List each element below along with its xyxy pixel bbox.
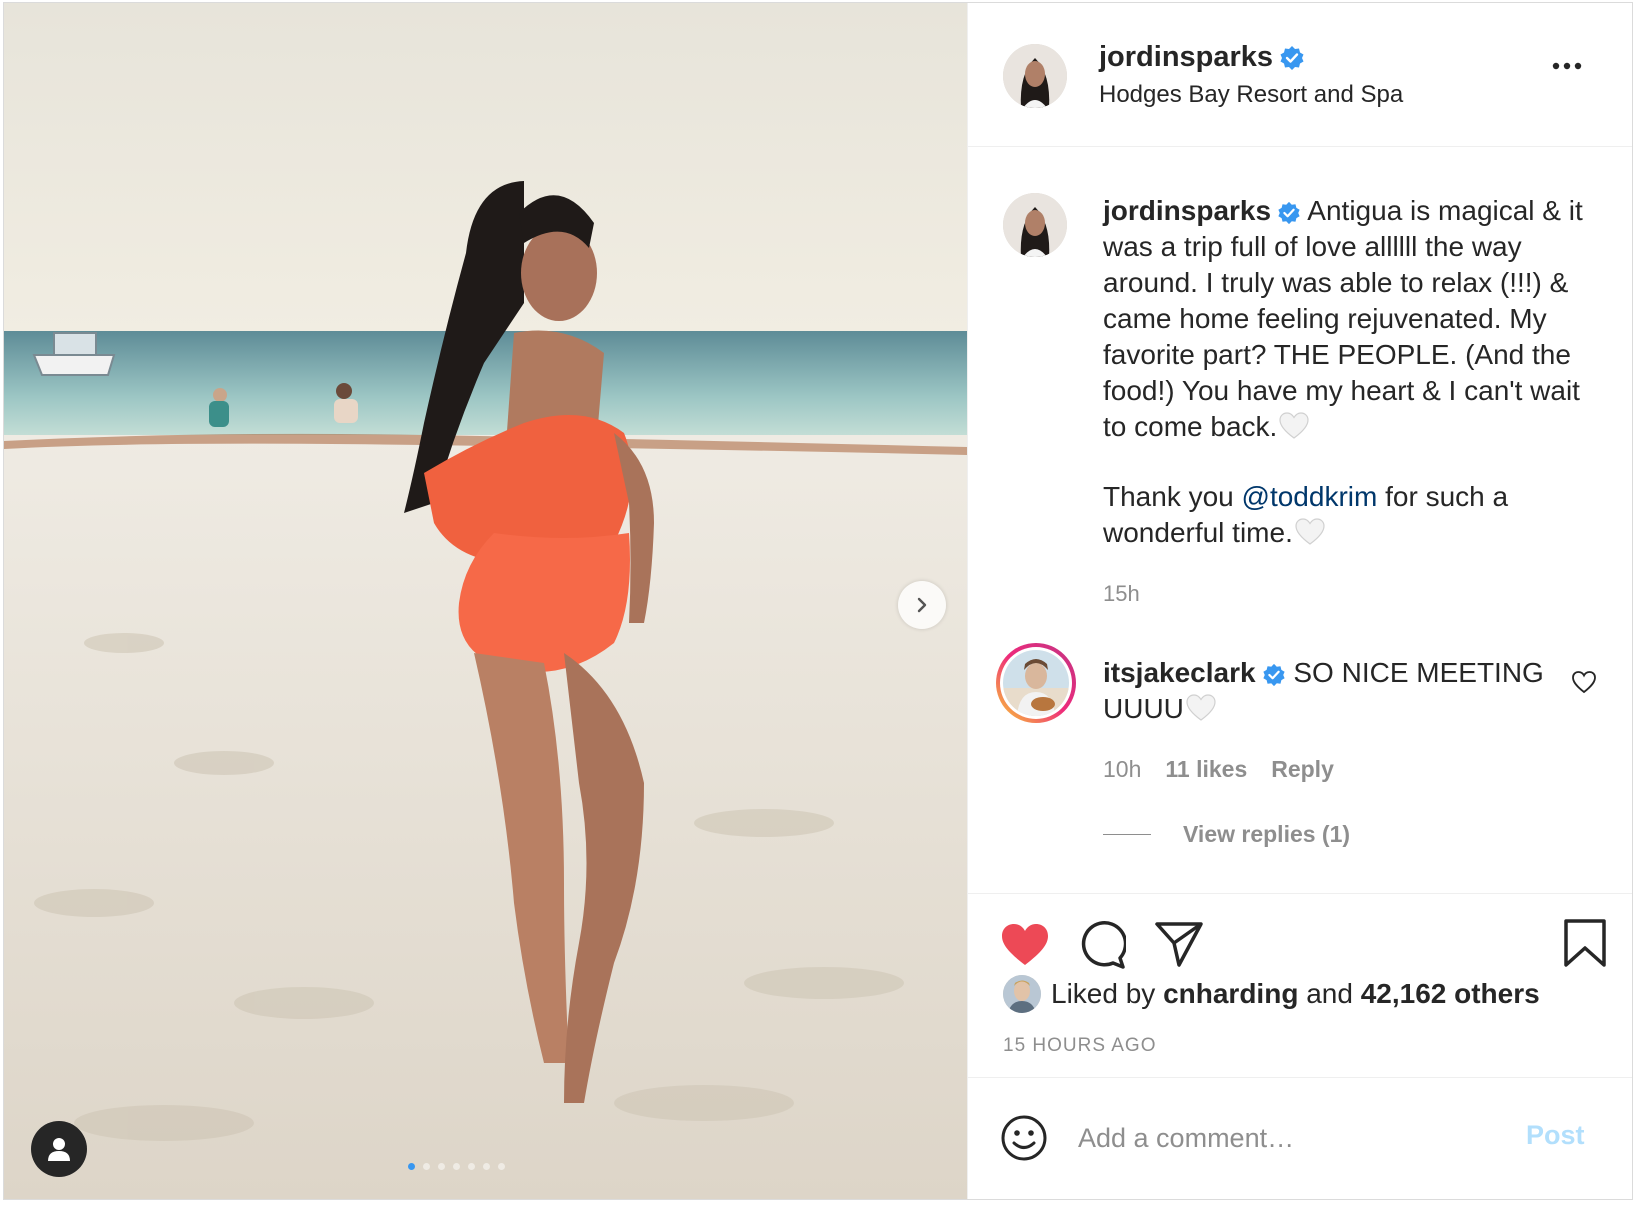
comment-input[interactable] xyxy=(1076,1112,1510,1164)
likes-summary: Liked by cnharding and 42,162 others xyxy=(1003,975,1540,1013)
caption-time[interactable]: 15h xyxy=(1103,581,1140,607)
author-username[interactable]: jordinsparks xyxy=(1099,41,1273,73)
caption-username[interactable]: jordinsparks xyxy=(1103,195,1271,226)
heart-icon[interactable] xyxy=(1000,922,1050,968)
mention-link[interactable]: @toddkrim xyxy=(1242,481,1378,512)
view-replies-label: View replies (1) xyxy=(1183,821,1351,847)
next-slide-button[interactable] xyxy=(898,581,946,629)
verified-icon xyxy=(1278,201,1300,224)
carousel-dot xyxy=(453,1163,460,1170)
white-heart-emoji xyxy=(1186,694,1216,721)
commenter-username[interactable]: itsjakeclark xyxy=(1103,657,1256,688)
view-replies-button[interactable]: View replies (1) xyxy=(1103,821,1350,848)
emoji-icon[interactable] xyxy=(1000,1114,1048,1162)
post-caption: jordinsparks Antigua is magical & it was… xyxy=(1103,193,1603,551)
post-timestamp[interactable]: 15 HOURS AGO xyxy=(1003,1035,1157,1057)
caption-author-avatar[interactable] xyxy=(1003,193,1067,257)
reply-button[interactable]: Reply xyxy=(1271,756,1334,783)
add-comment-bar: Post xyxy=(968,1077,1632,1199)
carousel-dot xyxy=(438,1163,445,1170)
liker-avatar[interactable] xyxy=(1003,975,1041,1013)
carousel-dot xyxy=(483,1163,490,1170)
comment-icon[interactable] xyxy=(1076,920,1126,970)
author-avatar[interactable] xyxy=(1003,44,1067,108)
tagged-users-button[interactable] xyxy=(31,1121,87,1177)
share-icon[interactable] xyxy=(1154,920,1204,968)
verified-icon xyxy=(1280,46,1304,71)
post-details-panel: jordinsparks Hodges Bay Resort and Spa j… xyxy=(967,3,1632,1199)
thanks-text: Thank you xyxy=(1103,481,1234,512)
carousel-dot xyxy=(423,1163,430,1170)
carousel-dot xyxy=(468,1163,475,1170)
comment-time[interactable]: 10h xyxy=(1103,756,1141,783)
white-heart-emoji xyxy=(1279,412,1309,439)
chevron-right-icon xyxy=(917,597,927,613)
post-location[interactable]: Hodges Bay Resort and Spa xyxy=(1099,81,1403,109)
liker-username[interactable]: cnharding xyxy=(1163,978,1298,1010)
verified-icon xyxy=(1262,663,1285,686)
comment-meta: 10h 11 likes Reply xyxy=(1103,756,1334,783)
post-photo[interactable] xyxy=(4,3,967,1199)
replies-divider xyxy=(1103,834,1151,835)
liked-by-prefix: Liked by xyxy=(1051,978,1156,1009)
carousel-dot xyxy=(408,1163,415,1170)
comment-like-icon[interactable] xyxy=(1571,670,1597,694)
post-frame: jordinsparks Hodges Bay Resort and Spa j… xyxy=(3,2,1633,1200)
caption-text: Antigua is magical & it was a trip full … xyxy=(1103,195,1583,442)
comment: itsjakeclark SO NICE MEETING UUUU xyxy=(1103,655,1573,727)
carousel-dot xyxy=(498,1163,505,1170)
white-heart-emoji xyxy=(1295,518,1325,545)
carousel-indicator xyxy=(408,1163,505,1170)
beach-photo xyxy=(4,3,967,1199)
post-header: jordinsparks Hodges Bay Resort and Spa xyxy=(968,3,1632,147)
post-comment-button[interactable]: Post xyxy=(1526,1120,1585,1151)
comment-likes[interactable]: 11 likes xyxy=(1165,756,1247,783)
likes-others-count[interactable]: 42,162 others xyxy=(1361,978,1540,1010)
likes-and: and xyxy=(1306,978,1353,1009)
user-tag-icon xyxy=(48,1138,70,1161)
bookmark-icon[interactable] xyxy=(1563,918,1607,968)
more-options-icon[interactable] xyxy=(1552,61,1582,71)
commenter-avatar[interactable] xyxy=(996,643,1076,723)
